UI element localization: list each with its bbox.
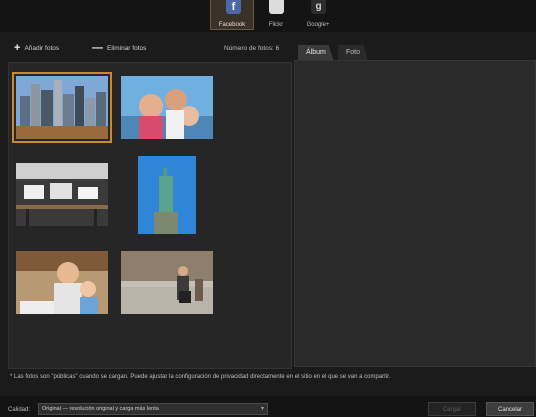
service-bar: f Facebook Flickr g Google+: [0, 0, 536, 32]
photo-thumbnail-cafe[interactable]: [16, 251, 108, 314]
privacy-notice: * Las fotos son "públicas" cuando se car…: [10, 374, 391, 380]
details-panel: [294, 60, 536, 367]
cafe-photo: [16, 251, 108, 314]
service-label: Facebook: [218, 22, 246, 28]
family-photo: [121, 76, 213, 139]
photo-thumbnail-family[interactable]: [121, 76, 213, 139]
tab-photo[interactable]: Foto: [338, 45, 369, 61]
quality-value: Original — resolución original y carga m…: [42, 406, 159, 412]
restaurant-photo: [16, 163, 108, 226]
service-label: Google+: [306, 22, 330, 28]
googleplus-icon: g: [311, 0, 326, 14]
facebook-icon: f: [226, 0, 241, 14]
service-tab-flickr[interactable]: Flickr: [254, 0, 298, 30]
photo-thumbnail-liberty[interactable]: [138, 156, 196, 234]
tab-album[interactable]: Álbum: [298, 45, 334, 61]
photo-count: Número de fotos: 6: [224, 45, 280, 52]
remove-photos-button[interactable]: — Eliminar fotos: [92, 42, 147, 54]
remove-photos-label: Eliminar fotos: [107, 44, 147, 52]
service-label: Flickr: [268, 22, 284, 28]
upload-button[interactable]: Cargar: [428, 402, 476, 416]
chevron-down-icon: ▾: [260, 406, 264, 412]
photo-thumbnail-restaurant[interactable]: [16, 163, 108, 226]
minus-icon: —: [92, 42, 103, 54]
skyline-photo: [16, 76, 108, 139]
service-tab-googleplus[interactable]: g Google+: [296, 0, 340, 30]
street-photo: [121, 251, 213, 314]
plus-icon: +: [14, 42, 21, 54]
liberty-photo: [138, 156, 196, 234]
quality-label: Calidad:: [8, 407, 31, 413]
flickr-icon: [269, 0, 284, 14]
service-tab-facebook[interactable]: f Facebook: [210, 0, 254, 30]
photo-thumbnail-skyline[interactable]: [12, 72, 112, 143]
quality-select[interactable]: Original — resolución original y carga m…: [38, 403, 268, 415]
cancel-button[interactable]: Cancelar: [486, 402, 534, 416]
photo-thumbnail-street[interactable]: [121, 251, 213, 314]
add-photos-label: Añadir fotos: [24, 44, 60, 52]
add-photos-button[interactable]: + Añadir fotos: [14, 42, 60, 54]
